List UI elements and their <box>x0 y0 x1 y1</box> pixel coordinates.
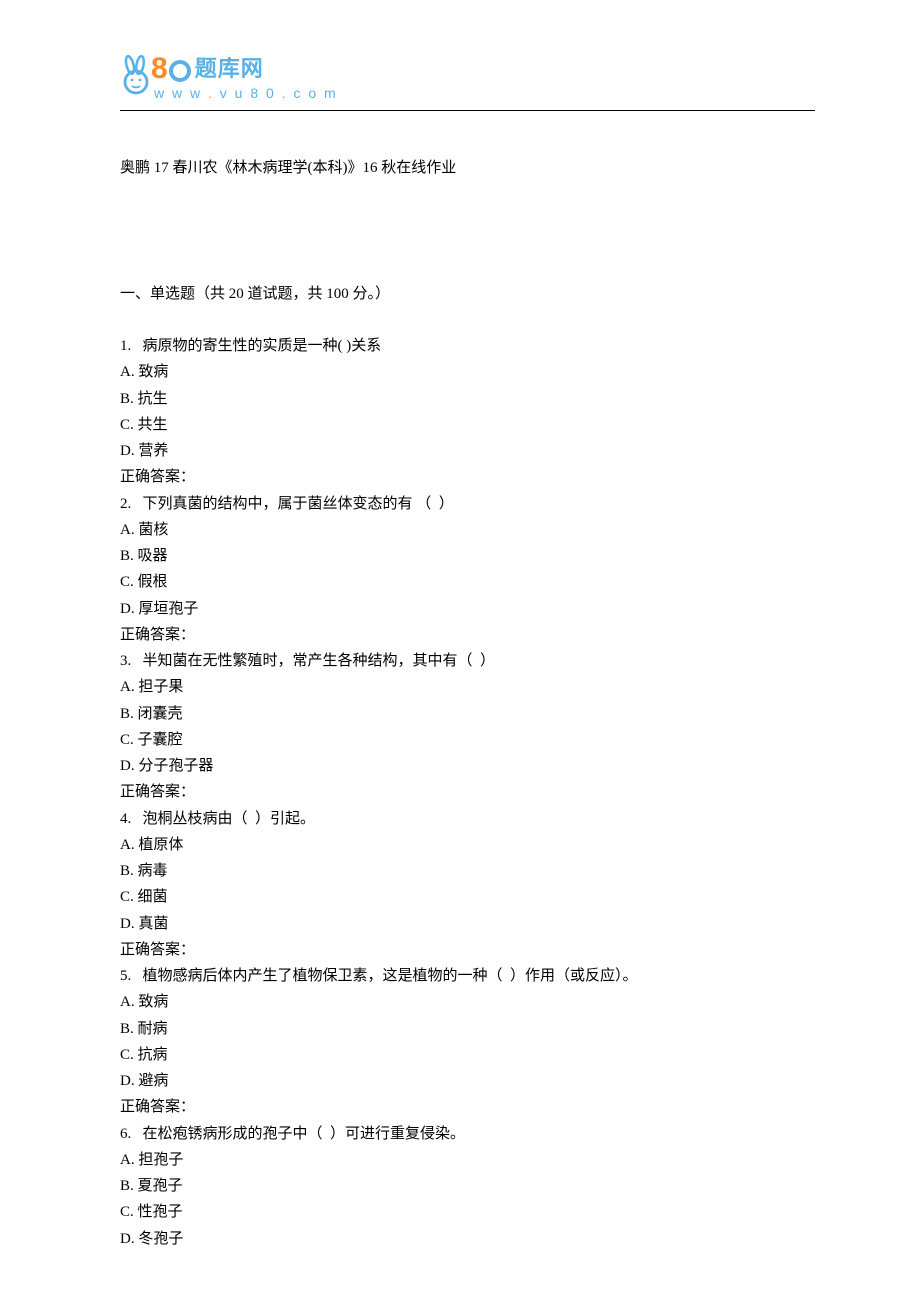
question-stem: 5. 植物感病后体内产生了植物保卫素，这是植物的一种（ ）作用（或反应）。 <box>120 963 815 989</box>
question-option: B. 夏孢子 <box>120 1173 815 1199</box>
question-option: B. 吸器 <box>120 543 815 569</box>
question-stem: 3. 半知菌在无性繁殖时，常产生各种结构，其中有（ ） <box>120 648 815 674</box>
question-stem: 1. 病原物的寄生性的实质是一种( )关系 <box>120 333 815 359</box>
question-block: 1. 病原物的寄生性的实质是一种( )关系A. 致病B. 抗生C. 共生D. 营… <box>120 333 815 491</box>
question-block: 3. 半知菌在无性繁殖时，常产生各种结构，其中有（ ）A. 担子果B. 闭囊壳C… <box>120 648 815 806</box>
answer-label: 正确答案： <box>120 779 815 805</box>
answer-label: 正确答案： <box>120 1094 815 1120</box>
section-header: 一、单选题（共 20 道试题，共 100 分。） <box>120 281 815 307</box>
question-block: 5. 植物感病后体内产生了植物保卫素，这是植物的一种（ ）作用（或反应）。A. … <box>120 963 815 1121</box>
question-block: 4. 泡桐丛枝病由（ ）引起。A. 植原体B. 病毒C. 细菌D. 真菌正确答案… <box>120 806 815 964</box>
document-body: 奥鹏 17 春川农《林木病理学(本科)》16 秋在线作业 一、单选题（共 20 … <box>120 155 815 1252</box>
question-option: D. 避病 <box>120 1068 815 1094</box>
logo-url: w w w . v u 8 0 . c o m <box>154 81 338 106</box>
logo-digit-8: 8 <box>151 54 168 84</box>
question-option: C. 子囊腔 <box>120 727 815 753</box>
question-stem: 6. 在松疱锈病形成的孢子中（ ）可进行重复侵染。 <box>120 1121 815 1147</box>
question-option: A. 担子果 <box>120 674 815 700</box>
question-option: D. 真菌 <box>120 911 815 937</box>
answer-label: 正确答案： <box>120 937 815 963</box>
logo-url-mid: v u 8 0 <box>220 85 276 101</box>
question-option: A. 植原体 <box>120 832 815 858</box>
logo-url-prefix: w w w <box>154 85 208 101</box>
question-stem: 2. 下列真菌的结构中，属于菌丝体变态的有 （ ） <box>120 491 815 517</box>
answer-label: 正确答案： <box>120 464 815 490</box>
question-option: A. 菌核 <box>120 517 815 543</box>
question-stem: 4. 泡桐丛枝病由（ ）引起。 <box>120 806 815 832</box>
divider <box>120 110 815 111</box>
question-option: A. 致病 <box>120 359 815 385</box>
question-option: C. 性孢子 <box>120 1199 815 1225</box>
answer-label: 正确答案： <box>120 622 815 648</box>
question-option: D. 营养 <box>120 438 815 464</box>
site-logo: 8 题库网 w w w . v u 8 0 . c o m <box>120 55 815 106</box>
question-block: 2. 下列真菌的结构中，属于菌丝体变态的有 （ ）A. 菌核B. 吸器C. 假根… <box>120 491 815 649</box>
question-option: D. 冬孢子 <box>120 1226 815 1252</box>
question-option: A. 致病 <box>120 989 815 1015</box>
logo-url-suffix: c o m <box>293 85 337 101</box>
question-option: C. 细菌 <box>120 884 815 910</box>
question-option: D. 分子孢子器 <box>120 753 815 779</box>
question-option: B. 抗生 <box>120 386 815 412</box>
logo-letter-o-icon <box>169 60 191 82</box>
question-option: B. 病毒 <box>120 858 815 884</box>
question-block: 6. 在松疱锈病形成的孢子中（ ）可进行重复侵染。A. 担孢子B. 夏孢子C. … <box>120 1121 815 1252</box>
question-option: B. 耐病 <box>120 1016 815 1042</box>
doc-title: 奥鹏 17 春川农《林木病理学(本科)》16 秋在线作业 <box>120 155 815 181</box>
question-option: C. 抗病 <box>120 1042 815 1068</box>
question-option: A. 担孢子 <box>120 1147 815 1173</box>
question-option: C. 共生 <box>120 412 815 438</box>
question-option: B. 闭囊壳 <box>120 701 815 727</box>
question-option: D. 厚垣孢子 <box>120 596 815 622</box>
question-option: C. 假根 <box>120 569 815 595</box>
